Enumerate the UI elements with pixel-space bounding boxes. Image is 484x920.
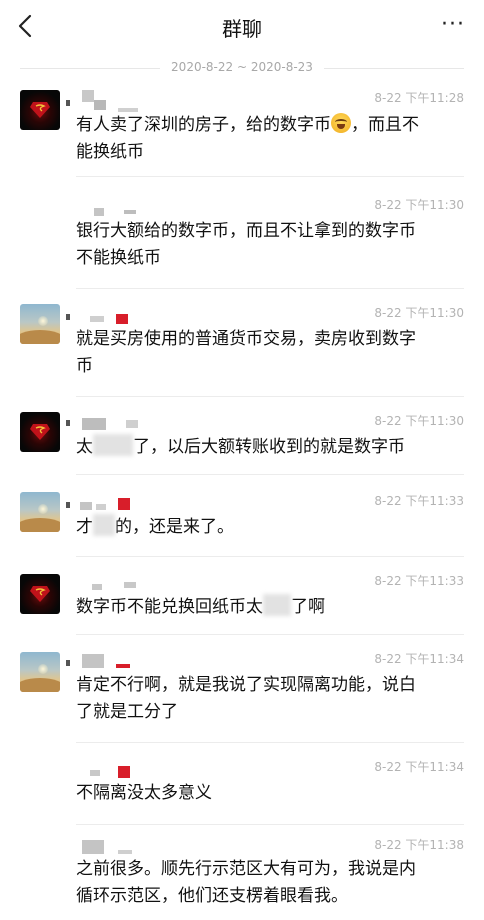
avatar[interactable] [20,412,60,452]
message-text-part: 不隔离没太多意义 [76,783,212,803]
avatar[interactable] [20,574,60,614]
redacted-blur [93,514,115,536]
message-text: 之前很多。顺先行示范区大有可为，我说是内 循环示范区，他们还支楞着眼看我。 [76,856,468,910]
avatar[interactable] [20,304,60,344]
message-text-part: 数字币不能兑换回纸币太 [76,597,263,617]
message-text: 太 了，以后大额转账收到的就是数字币 [76,434,468,461]
date-range-divider: 2020-8-22 ~ 2020-8-23 [0,58,484,78]
tears-of-joy-emoji [331,113,351,133]
chat-message[interactable]: 8-22 下午11:28 有人卖了深圳的房子，给的数字币 ，而且不能换纸币 [0,86,484,196]
message-text: 才 的，还是来了。 [76,514,468,541]
message-text: 有人卖了深圳的房子，给的数字币 ，而且不能换纸币 [76,112,468,166]
redacted-blur [93,434,133,456]
avatar-dune [20,518,60,532]
message-divider [76,742,464,743]
message-text-part: ，而且不 [351,115,419,135]
chat-message[interactable]: 8-22 下午11:38 之前很多。顺先行示范区大有可为，我说是内 循环示范区，他… [0,834,484,920]
chat-message[interactable]: 8-22 下午11:34 肯定不行啊，就是我说了实现隔离功能，说白 了就是工分了 [0,648,484,748]
message-text-part: 循环示范区，他们还支楞着眼看我。 [76,886,348,906]
message-text-part: 就是买房使用的普通货币交易，卖房收到数字 [76,329,416,349]
message-text: 就是买房使用的普通货币交易，卖房收到数字币 [76,326,468,380]
superman-logo-icon [30,586,50,602]
chat-message[interactable]: 8-22 下午11:30 就是买房使用的普通货币交易，卖房收到数字币 [0,302,484,406]
message-text-part: 了，以后大额转账收到的就是数字币 [133,437,405,457]
message-text-part: 了啊 [291,597,325,617]
message-text-part: 肯定不行啊，就是我说了实现隔离功能，说白 [76,675,416,695]
message-timestamp: 8-22 下午11:33 [374,574,464,588]
message-timestamp: 8-22 下午11:30 [374,198,464,212]
page-title: 群聊 [222,17,262,41]
avatar[interactable] [20,492,60,532]
message-timestamp: 8-22 下午11:34 [374,760,464,774]
message-timestamp: 8-22 下午11:30 [374,414,464,428]
message-text-part: 太 [76,437,93,457]
redacted-blur [263,594,291,616]
date-range-label: 2020-8-22 ~ 2020-8-23 [171,60,313,74]
chat-message[interactable]: 8-22 下午11:33 才 的，还是来了。 [0,490,484,570]
message-timestamp: 8-22 下午11:30 [374,306,464,320]
message-text-part: 的，还是来了。 [115,517,234,537]
message-text: 不隔离没太多意义 [76,780,468,807]
superman-logo-icon [30,102,50,118]
avatar[interactable] [20,90,60,130]
message-divider [76,288,464,289]
chat-header: 群聊 ··· [0,0,484,52]
message-divider [76,824,464,825]
message-text-part: 银行大额给的数字币，而且不让拿到的数字币 [76,221,416,241]
avatar-dune [20,678,60,692]
message-divider [76,634,464,635]
message-text-part: 才 [76,517,93,537]
avatar-sun [38,664,48,674]
message-text-part: 不能换纸币 [76,248,161,268]
avatar[interactable] [20,652,60,692]
message-text-part: 能换纸币 [76,142,144,162]
superman-logo-icon [30,424,50,440]
message-text-part: 之前很多。顺先行示范区大有可为，我说是内 [76,859,416,879]
message-text-part: 了就是工分了 [76,702,178,722]
avatar-sun [38,504,48,514]
message-timestamp: 8-22 下午11:33 [374,494,464,508]
message-timestamp: 8-22 下午11:28 [374,91,464,105]
message-divider [76,396,464,397]
message-text-part: 有人卖了深圳的房子，给的数字币 [76,115,331,135]
avatar-sun [38,316,48,326]
avatar-dune [20,330,60,344]
chat-message[interactable]: 8-22 下午11:30 太 了，以后大额转账收到的就是数字币 [0,410,484,490]
chat-message[interactable]: 8-22 下午11:33 数字币不能兑换回纸币太 了啊 [0,570,484,650]
message-divider [76,556,464,557]
message-divider [76,176,464,177]
chat-message[interactable]: 8-22 下午11:34 不隔离没太多意义 [0,756,484,830]
more-options-icon[interactable]: ··· [438,13,468,37]
message-timestamp: 8-22 下午11:34 [374,652,464,666]
chat-message[interactable]: 8-22 下午11:30 银行大额给的数字币，而且不让拿到的数字币 不能换纸币 [0,194,484,294]
message-text: 银行大额给的数字币，而且不让拿到的数字币 不能换纸币 [76,218,468,272]
message-timestamp: 8-22 下午11:38 [374,838,464,852]
message-text: 肯定不行啊，就是我说了实现隔离功能，说白 了就是工分了 [76,672,468,726]
message-text-part: 币 [76,356,93,376]
message-text: 数字币不能兑换回纸币太 了啊 [76,594,468,621]
message-divider [76,474,464,475]
